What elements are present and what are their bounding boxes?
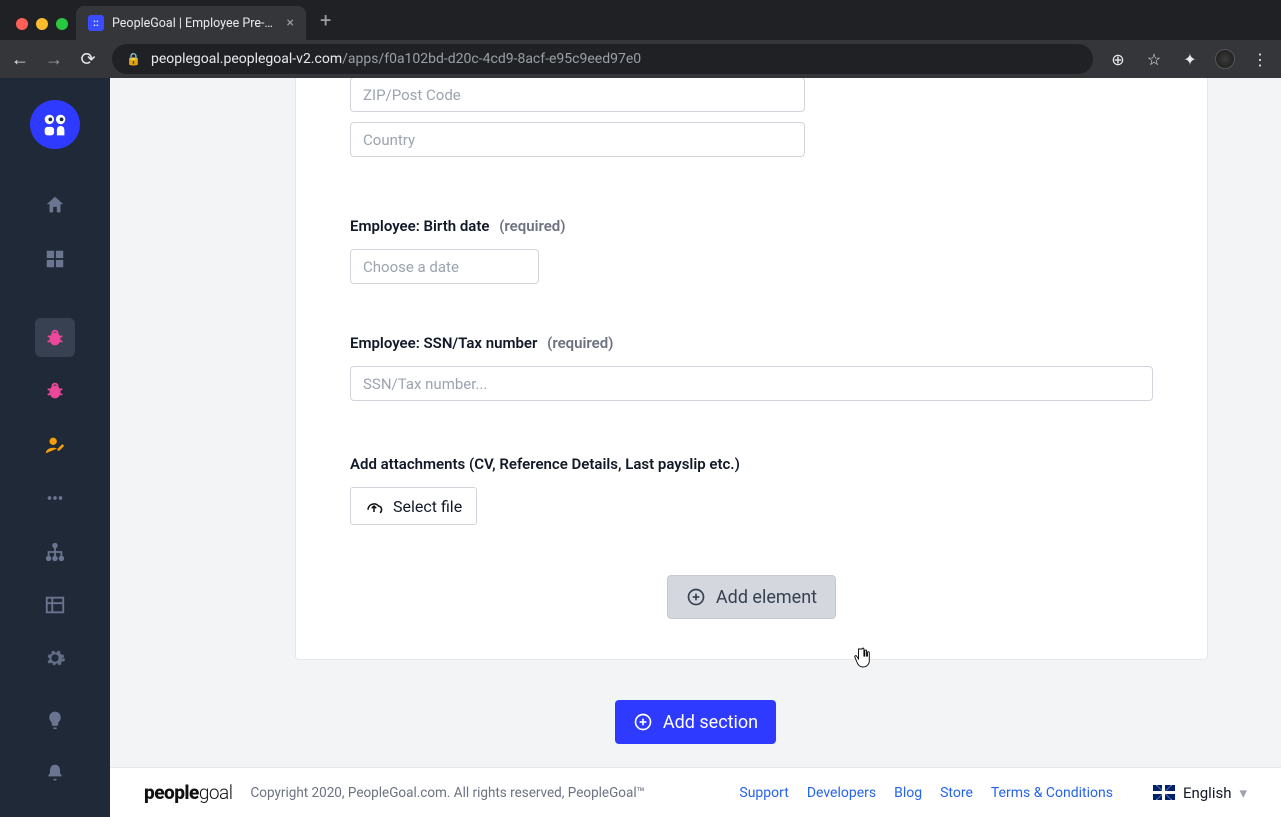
country-input[interactable] [350, 122, 805, 157]
flag-uk-icon [1153, 785, 1175, 800]
sidebar-settings[interactable] [35, 639, 75, 678]
address-bar[interactable]: 🔒 peoplegoal.peoplegoal-v2.com/apps/f0a1… [112, 44, 1093, 74]
footer-copyright: Copyright 2020, PeopleGoal.com. All righ… [251, 785, 646, 801]
footer-store-link[interactable]: Store [940, 785, 973, 801]
bell-icon [45, 763, 65, 783]
language-label: English [1183, 784, 1232, 802]
add-section-button[interactable]: Add section [615, 700, 776, 744]
plus-circle-icon [686, 587, 706, 607]
footer-blog-link[interactable]: Blog [894, 785, 922, 801]
sidebar [0, 78, 110, 817]
footer-developers-link[interactable]: Developers [807, 785, 876, 801]
new-tab-button[interactable]: + [306, 8, 345, 40]
select-file-label: Select file [393, 497, 462, 516]
window-minimize-icon[interactable] [36, 18, 48, 30]
select-file-button[interactable]: Select file [350, 487, 477, 525]
sidebar-bug-active[interactable] [35, 318, 75, 357]
gear-icon [44, 647, 66, 669]
sidebar-apps[interactable] [35, 239, 75, 278]
grid-icon [44, 248, 66, 270]
logo-icon [40, 110, 70, 140]
table-icon [44, 594, 66, 616]
org-chart-icon [44, 541, 66, 563]
zoom-icon[interactable]: ⊕ [1107, 50, 1129, 69]
add-element-label: Add element [716, 587, 817, 608]
form-card: Employee: Birth date (required) Employee… [295, 78, 1208, 660]
add-element-button[interactable]: Add element [667, 575, 836, 619]
footer-terms-link[interactable]: Terms & Conditions [991, 785, 1113, 801]
birth-date-label: Employee: Birth date (required) [350, 217, 1153, 235]
sidebar-table[interactable] [35, 585, 75, 624]
sidebar-user-edit[interactable] [35, 425, 75, 464]
add-section-label: Add section [663, 712, 758, 733]
tab-strip: :: PeopleGoal | Employee Pre-On × + [0, 0, 1281, 40]
reload-button[interactable]: ⟳ [78, 49, 98, 70]
back-button[interactable]: ← [10, 49, 30, 70]
lock-icon: 🔒 [126, 52, 141, 66]
menu-icon[interactable]: ⋮ [1249, 50, 1271, 69]
tab-favicon-icon: :: [88, 15, 104, 31]
tab-title: PeopleGoal | Employee Pre-On [112, 16, 279, 31]
chevron-down-icon: ▾ [1239, 784, 1247, 802]
zip-input[interactable] [350, 78, 805, 112]
tab-close-icon[interactable]: × [287, 15, 294, 31]
url-path: /apps/f0a102bd-d20c-4cd9-8acf-e95c9eed97… [342, 51, 641, 67]
birth-date-input[interactable] [350, 249, 539, 284]
sidebar-more[interactable] [35, 478, 75, 517]
user-edit-icon [44, 434, 66, 456]
home-icon [44, 194, 66, 216]
browser-tab[interactable]: :: PeopleGoal | Employee Pre-On × [76, 6, 306, 40]
bug-icon [44, 380, 66, 402]
window-maximize-icon[interactable] [56, 18, 68, 30]
sidebar-org[interactable] [35, 532, 75, 571]
sidebar-hint[interactable] [35, 700, 75, 739]
window-close-icon[interactable] [16, 18, 28, 30]
sidebar-bug-2[interactable] [35, 371, 75, 410]
ssn-input[interactable] [350, 366, 1153, 401]
plus-circle-icon [633, 712, 653, 732]
ssn-label: Employee: SSN/Tax number (required) [350, 334, 1153, 352]
lightbulb-icon [45, 710, 65, 730]
attachments-label: Add attachments (CV, Reference Details, … [350, 455, 1153, 473]
dots-icon [44, 487, 66, 509]
language-selector[interactable]: English ▾ [1153, 784, 1247, 802]
sidebar-home[interactable] [35, 185, 75, 224]
forward-button[interactable]: → [44, 49, 64, 70]
main-content: Employee: Birth date (required) Employee… [110, 78, 1281, 817]
upload-icon [365, 497, 383, 515]
extensions-icon[interactable]: ✦ [1179, 50, 1201, 69]
browser-toolbar: ← → ⟳ 🔒 peoplegoal.peoplegoal-v2.com/app… [0, 40, 1281, 78]
url-domain: peoplegoal.peoplegoal-v2.com [151, 51, 342, 67]
bug-icon [44, 327, 66, 349]
bookmark-icon[interactable]: ☆ [1143, 50, 1165, 69]
profile-avatar[interactable] [1215, 49, 1235, 69]
app-shell: Employee: Birth date (required) Employee… [0, 78, 1281, 817]
footer-support-link[interactable]: Support [739, 785, 788, 801]
footer-links: Support Developers Blog Store Terms & Co… [739, 785, 1113, 801]
footer: peoplegoal Copyright 2020, PeopleGoal.co… [110, 767, 1281, 817]
footer-brand: peoplegoal [144, 781, 233, 804]
window-controls [10, 18, 76, 40]
browser-chrome: :: PeopleGoal | Employee Pre-On × + ← → … [0, 0, 1281, 78]
app-logo[interactable] [30, 100, 80, 149]
sidebar-notifications[interactable] [35, 754, 75, 793]
